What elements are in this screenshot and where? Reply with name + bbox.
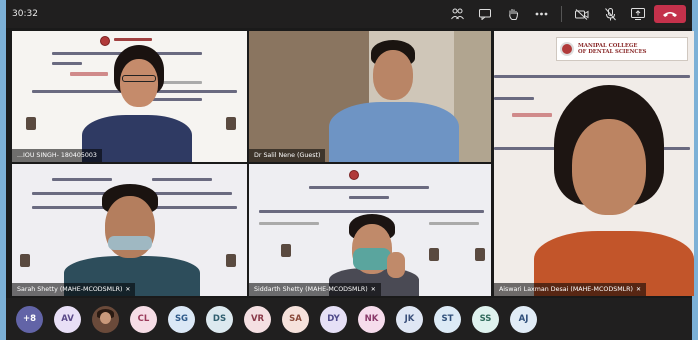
overflow-participants-button[interactable]: +8: [16, 305, 43, 333]
toolbar-divider: [561, 6, 562, 22]
glasses: [122, 75, 156, 82]
participant-avatar-photo[interactable]: [92, 305, 119, 333]
participant-name: Siddarth Shetty (MAHE-MCODSMLR): [254, 286, 368, 293]
meeting-controls: [445, 4, 686, 24]
video-grid: ...IOU SINGH- 180405003 Dr Salil Nene (G…: [6, 28, 694, 298]
meeting-timer: 30:32: [12, 9, 38, 19]
slide-text: [494, 75, 690, 78]
speaker-photo: [226, 117, 236, 130]
participant-avatar[interactable]: NK: [358, 305, 385, 333]
speaker-photo: [281, 244, 291, 257]
participant-name: Sarah Shetty (MAHE-MCODSMLR): [17, 286, 123, 293]
slide-text: [349, 196, 389, 199]
more-icon[interactable]: [529, 4, 553, 24]
face: [373, 50, 413, 100]
teams-meeting-window: 30:32 ...IOU SINGH- 180405003 Dr Salil N…: [0, 0, 698, 340]
participant-name: Aiswari Laxman Desai (MAHE-MCODSMLR): [499, 286, 633, 293]
participant-tile[interactable]: Dr Salil Nene (Guest): [249, 31, 491, 162]
mic-muted-icon: ✕: [370, 286, 376, 293]
banner-line-2: OF DENTAL SCIENCES: [578, 49, 647, 55]
shoulders: [329, 102, 459, 162]
participant-name-label: Sarah Shetty (MAHE-MCODSMLR) ✕: [12, 283, 136, 296]
speaker-photo: [26, 117, 36, 130]
participant-avatar[interactable]: SA: [282, 305, 309, 333]
mic-off-icon[interactable]: [598, 4, 622, 24]
participant-roster: +8 AV CL SG DS VR SA DY NK JK ST SS AJ: [6, 298, 692, 340]
participant-avatar[interactable]: DS: [206, 305, 233, 333]
participant-video: [72, 41, 202, 162]
mic-muted-icon: ✕: [125, 286, 131, 293]
participant-tile[interactable]: Siddarth Shetty (MAHE-MCODSMLR) ✕: [249, 164, 491, 296]
mic-muted-icon: ✕: [635, 286, 641, 293]
participant-tile[interactable]: MANIPAL COLLEGE OF DENTAL SCIENCES Aiswa…: [494, 31, 694, 296]
participant-avatar[interactable]: VR: [244, 305, 271, 333]
leave-call-button[interactable]: [654, 5, 686, 23]
speaker-photo: [226, 254, 236, 267]
participant-avatar[interactable]: AV: [54, 305, 81, 333]
share-screen-icon[interactable]: [626, 4, 650, 24]
participant-tile[interactable]: Sarah Shetty (MAHE-MCODSMLR) ✕: [12, 164, 247, 296]
camera-off-icon[interactable]: [570, 4, 594, 24]
participant-name: ...IOU SINGH- 180405003: [17, 152, 97, 159]
face-mask: [108, 236, 152, 250]
phone-hangup-icon: [663, 12, 677, 17]
participant-avatar[interactable]: AJ: [510, 305, 537, 333]
speaker-photo: [475, 248, 485, 261]
participant-avatar[interactable]: ST: [434, 305, 461, 333]
chat-icon[interactable]: [473, 4, 497, 24]
participant-name-label: Siddarth Shetty (MAHE-MCODSMLR) ✕: [249, 283, 381, 296]
hand-icon[interactable]: [501, 4, 525, 24]
participant-name-label: ...IOU SINGH- 180405003: [12, 149, 102, 162]
participant-avatar[interactable]: CL: [130, 305, 157, 333]
participant-name-label: Dr Salil Nene (Guest): [249, 149, 326, 162]
speaker-photo: [20, 254, 30, 267]
participant-video: [524, 81, 694, 296]
participant-video: [309, 36, 479, 162]
college-logo: [349, 170, 359, 180]
participant-name-label: Aiswari Laxman Desai (MAHE-MCODSMLR) ✕: [494, 283, 646, 296]
participant-avatar[interactable]: SS: [472, 305, 499, 333]
face: [120, 59, 158, 107]
college-logo: [560, 42, 574, 56]
hand: [387, 252, 405, 278]
participant-avatar[interactable]: DY: [320, 305, 347, 333]
participant-video: [52, 178, 212, 296]
meeting-toolbar: 30:32: [6, 0, 692, 28]
participant-name: Dr Salil Nene (Guest): [254, 152, 321, 159]
face-mask: [353, 248, 391, 270]
banner-text: MANIPAL COLLEGE OF DENTAL SCIENCES: [578, 43, 647, 55]
participant-tile[interactable]: ...IOU SINGH- 180405003: [12, 31, 247, 162]
participant-avatar[interactable]: JK: [396, 305, 423, 333]
college-banner: MANIPAL COLLEGE OF DENTAL SCIENCES: [556, 37, 688, 61]
face: [572, 119, 646, 215]
slide-text: [309, 186, 429, 189]
participant-avatar[interactable]: SG: [168, 305, 195, 333]
people-icon[interactable]: [445, 4, 469, 24]
